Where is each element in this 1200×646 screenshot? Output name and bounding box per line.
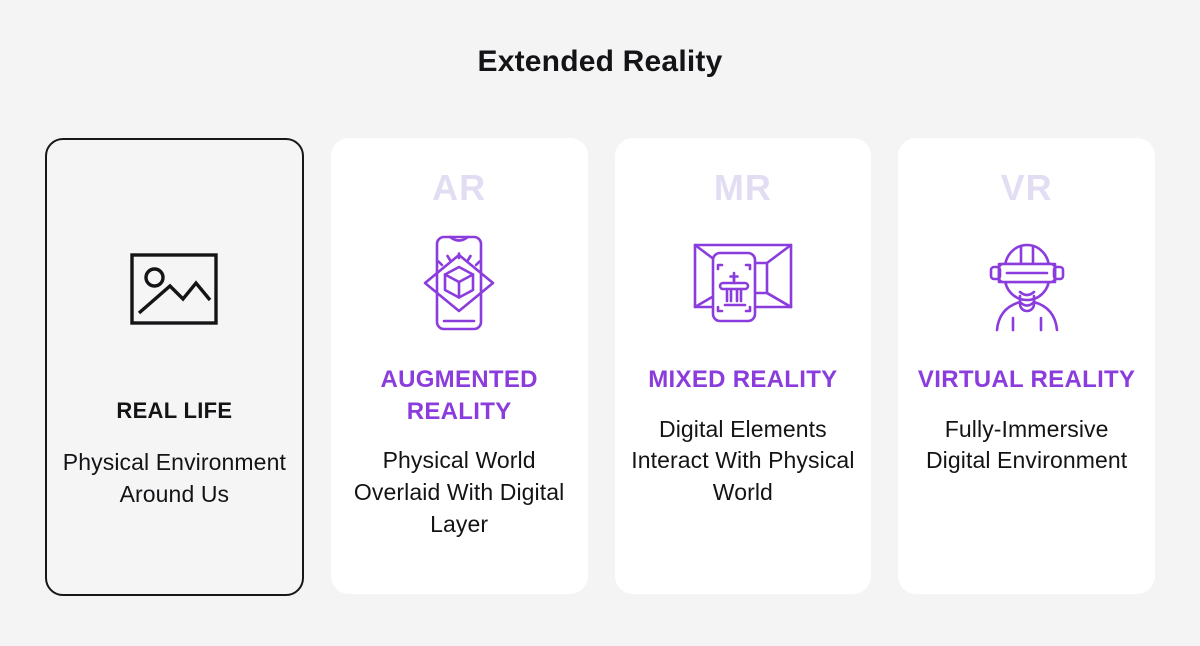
card-augmented-reality[interactable]: AR AUGMENTED REALITY Physical World Over… bbox=[330, 138, 588, 594]
icon-wrap-vr bbox=[975, 232, 1079, 338]
vr-headset-person-icon bbox=[975, 234, 1079, 337]
image-photo-icon bbox=[130, 252, 219, 330]
page-title: Extended Reality bbox=[477, 45, 723, 78]
card-watermark-vr: VR bbox=[1000, 167, 1053, 208]
phone-ar-cube-icon bbox=[407, 233, 511, 338]
room-scan-tablet-icon bbox=[689, 237, 797, 334]
icon-wrap-ar bbox=[407, 232, 511, 338]
card-description-real-life: Physical Environment Around Us bbox=[62, 449, 286, 507]
card-watermark-ar: AR bbox=[432, 167, 487, 208]
card-real-life[interactable]: REAL LIFE Physical Environment Around Us bbox=[45, 138, 304, 596]
card-heading-mr: MIXED REALITY bbox=[648, 366, 838, 393]
card-heading-real-life: REAL LIFE bbox=[116, 398, 233, 423]
card-row: REAL LIFE Physical Environment Around Us… bbox=[45, 138, 1155, 596]
card-description-vr: Fully-Immersive Digital Environment bbox=[925, 415, 1128, 474]
card-mixed-reality[interactable]: MR MIXED REALITY Digital Elements Intera… bbox=[614, 138, 872, 594]
card-description-mr: Digital Elements Interact With Physical … bbox=[631, 415, 855, 506]
icon-wrap-mr bbox=[689, 232, 797, 338]
xr-infographic-page: Extended Reality REAL LIFE Physical Envi… bbox=[0, 0, 1200, 646]
card-watermark-mr: MR bbox=[713, 167, 772, 208]
card-heading-vr: VIRTUAL REALITY bbox=[917, 366, 1136, 393]
card-virtual-reality[interactable]: VR VIRTUAL REALITY Fully-Immersive Digit… bbox=[898, 138, 1155, 594]
card-description-ar: Physical World Overlaid With Digital Lay… bbox=[353, 447, 565, 537]
card-heading-ar: AUGMENTED REALITY bbox=[380, 366, 538, 425]
icon-wrap-real-life bbox=[130, 238, 219, 344]
